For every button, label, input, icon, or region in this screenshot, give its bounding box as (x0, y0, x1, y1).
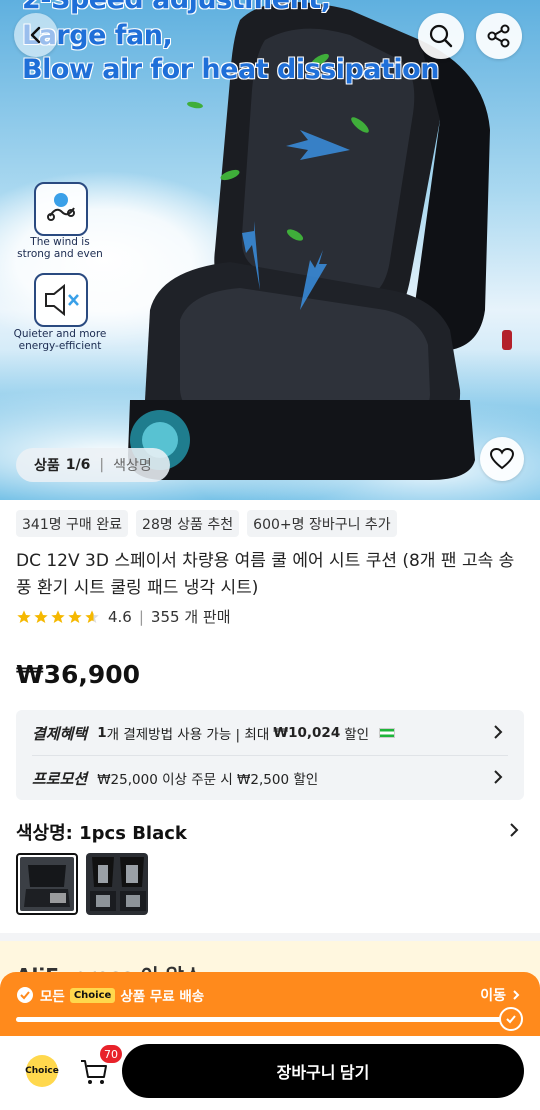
product-title: DC 12V 3D 스페이서 차량용 여름 쿨 에어 시트 쿠션 (8개 팬 고… (16, 551, 515, 598)
payment-benefit-suffix: 할인 (344, 727, 370, 743)
social-proof-tags: 341명 구매 완료 28명 상품 추천 600+명 장바구니 추가 (16, 510, 397, 537)
counter-suffix: 색상명 (113, 458, 152, 474)
hero-headline-3: Blow air for heat dissipation (22, 54, 439, 85)
benefits-panel: 결제혜택 1 개 결제방법 사용 가능 | 최대 ₩10,024 할인 프로모션… (16, 710, 524, 800)
star-rating (16, 609, 100, 625)
rating-value: 4.6 (108, 607, 132, 626)
star-half-icon (85, 609, 99, 623)
star-icon (34, 609, 48, 623)
chevron-right-icon (513, 990, 520, 1000)
counter-prefix: 상품 (34, 458, 60, 474)
bottom-action-bar: Choice 70 장바구니 담기 (0, 1036, 540, 1110)
chevron-right-icon (494, 770, 503, 784)
share-icon (487, 24, 510, 48)
star-icon (51, 609, 65, 623)
search-button[interactable] (418, 13, 464, 59)
star-icon (17, 609, 31, 623)
payment-benefit-label: 결제혜택 (32, 724, 88, 743)
star-icon (68, 609, 82, 623)
chevron-right-icon[interactable] (506, 822, 522, 838)
heart-icon (489, 447, 515, 470)
search-icon (429, 24, 453, 48)
payment-benefit-amount: ₩10,024 (273, 725, 341, 741)
black-seat-swatch (20, 857, 74, 911)
hero-headline-1: 2-Speed adjustment, (22, 0, 331, 15)
free-shipping-message: 모든 Choice 상품 무료 배송 (16, 985, 204, 1005)
feature-label-quiet: Quieter and more energy-efficient (13, 328, 107, 352)
tag-added-to-cart: 600+명 장바구니 추가 (247, 510, 397, 537)
shipping-prefix: 모든 (40, 989, 65, 1005)
image-counter: 상품 1/6 | 색상명 (16, 448, 170, 482)
product-price: ₩36,900 (16, 660, 141, 689)
back-button[interactable] (14, 13, 58, 57)
free-shipping-banner[interactable]: 모든 Choice 상품 무료 배송 이동 (0, 972, 540, 1036)
promotion-text: ₩25,000 이상 주문 시 ₩2,500 할인 (97, 772, 319, 788)
check-circle-icon (17, 987, 33, 1003)
shipping-suffix: 상품 무료 배송 (120, 989, 205, 1005)
counter-separator: | (99, 457, 105, 473)
chevron-left-icon (30, 26, 41, 44)
section-divider (0, 933, 540, 941)
tag-purchased: 341명 구매 완료 (16, 510, 129, 537)
rating-separator: | (138, 607, 144, 626)
rating-row[interactable]: 4.6 | 355 개 판매 (16, 606, 231, 627)
flag-icon (379, 728, 396, 738)
add-to-cart-button[interactable]: 장바구니 담기 (122, 1044, 524, 1098)
payment-method-count: 1 (97, 725, 107, 741)
feature-label-wind: The wind is strong and even (17, 236, 103, 260)
counter-position: 1/6 (65, 457, 91, 473)
shipping-progress-bar (16, 1017, 510, 1022)
variant-swatch-black[interactable] (16, 853, 78, 915)
progress-check-icon (499, 1007, 523, 1031)
product-image-gallery[interactable]: 2-Speed adjustment, Large fan, Blow air … (0, 0, 540, 500)
promotion-label: 프로모션 (32, 769, 88, 788)
shipping-progress-fill (16, 1017, 510, 1022)
wishlist-button[interactable] (480, 437, 524, 481)
shipping-go-label: 이동 (480, 988, 506, 1004)
variant-label[interactable]: 색상명: 1pcs Black (16, 819, 187, 845)
cart-count-badge: 70 (100, 1045, 122, 1063)
fan-icon (34, 182, 88, 236)
shipping-go-link[interactable]: 이동 (480, 985, 522, 1005)
grey-seat-swatch (86, 853, 148, 915)
choice-badge-inline: Choice (69, 987, 116, 1003)
payment-benefit-text: 개 결제방법 사용 가능 | 최대 (106, 727, 270, 743)
payment-benefit-row[interactable]: 결제혜택 1 개 결제방법 사용 가능 | 최대 ₩10,024 할인 (32, 711, 510, 755)
chevron-right-icon (494, 725, 503, 739)
variant-swatch-grey[interactable] (86, 853, 148, 915)
mute-speaker-icon (34, 273, 88, 327)
promotion-row[interactable]: 프로모션 ₩25,000 이상 주문 시 ₩2,500 할인 (32, 756, 510, 800)
sold-count: 355 개 판매 (150, 608, 231, 626)
tag-recommended: 28명 상품 추천 (136, 510, 240, 537)
share-button[interactable] (476, 13, 522, 59)
choice-button[interactable]: Choice (25, 1055, 59, 1087)
